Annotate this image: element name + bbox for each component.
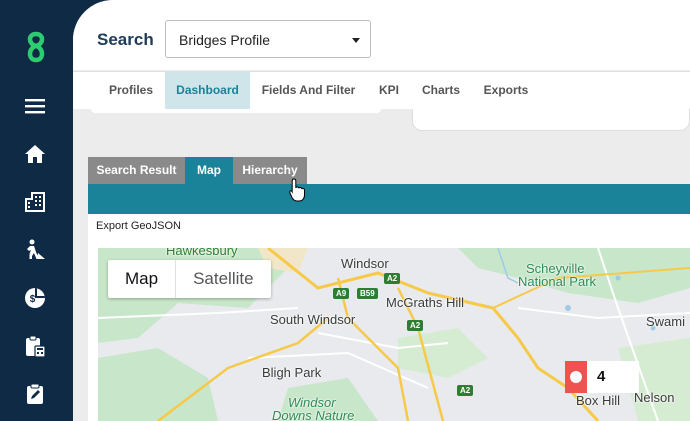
clipboard-calc-icon[interactable]	[22, 333, 48, 359]
svg-text:$: $	[30, 294, 36, 305]
place-label: Downs Nature	[272, 408, 355, 421]
map-type-satellite-button[interactable]: Satellite	[176, 260, 270, 298]
main-panel: Search Bridges Profile Profiles Dashboar…	[73, 0, 690, 421]
sidebar: $	[0, 0, 73, 421]
profile-select[interactable]: Bridges Profile	[165, 20, 371, 58]
marker-cluster[interactable]: 4	[565, 361, 639, 393]
road-shield: A2	[384, 273, 401, 284]
map-type-control: Map Satellite	[108, 260, 271, 298]
home-icon[interactable]	[22, 141, 48, 167]
card-fragment-right	[412, 109, 690, 131]
subtab-map[interactable]: Map	[185, 157, 233, 184]
map-type-map-button[interactable]: Map	[108, 260, 177, 298]
tab-dashboard[interactable]: Dashboard	[165, 72, 250, 109]
place-label: Windsor	[341, 256, 389, 271]
road-shield: B59	[357, 288, 378, 299]
hand-cursor-icon	[289, 178, 305, 202]
place-label: South Windsor	[270, 312, 356, 327]
road-shield: A2	[407, 320, 424, 331]
place-label: Box Hill	[576, 393, 621, 408]
cluster-count: 4	[597, 368, 606, 385]
export-geojson-button[interactable]: Export GeoJSON	[96, 220, 181, 232]
tab-fields-and-filter[interactable]: Fields And Filter	[250, 72, 367, 109]
place-label: Hawkesbury	[166, 248, 238, 258]
road-shield: A2	[457, 385, 474, 396]
place-label: Swami	[646, 314, 686, 329]
caret-down-icon	[352, 38, 360, 43]
profile-select-value: Bridges Profile	[179, 32, 271, 48]
finance-icon[interactable]: $	[22, 285, 48, 311]
road-shield: A9	[333, 288, 350, 299]
place-label: Nelson	[634, 390, 675, 405]
marker-icon	[565, 361, 587, 393]
tab-kpi[interactable]: KPI	[367, 72, 411, 109]
tab-charts[interactable]: Charts	[411, 72, 471, 109]
card-fragment-left	[91, 109, 381, 113]
clipboard-edit-icon[interactable]	[22, 381, 48, 407]
app-logo-icon[interactable]	[19, 30, 53, 64]
top-bar: Search Bridges Profile	[73, 0, 690, 70]
tab-exports[interactable]: Exports	[471, 72, 541, 109]
map-panel: Export GeoJSON Hawkesbury Windsor McGrat…	[88, 214, 690, 421]
main-tabs: Profiles Dashboard Fields And Filter KPI…	[73, 71, 690, 109]
menu-icon[interactable]	[22, 93, 48, 119]
worker-icon[interactable]	[22, 237, 48, 263]
tab-profiles[interactable]: Profiles	[97, 72, 165, 109]
search-label: Search	[97, 30, 154, 49]
place-label: National Park	[518, 274, 597, 289]
map-canvas[interactable]: Hawkesbury Windsor McGraths Hill Scheyvi…	[98, 248, 690, 421]
map-header-bar	[88, 184, 690, 214]
place-label: Bligh Park	[262, 365, 322, 380]
place-label: McGraths Hill	[386, 295, 465, 310]
subtab-search-result[interactable]: Search Result	[88, 157, 185, 184]
buildings-icon[interactable]	[22, 189, 48, 215]
